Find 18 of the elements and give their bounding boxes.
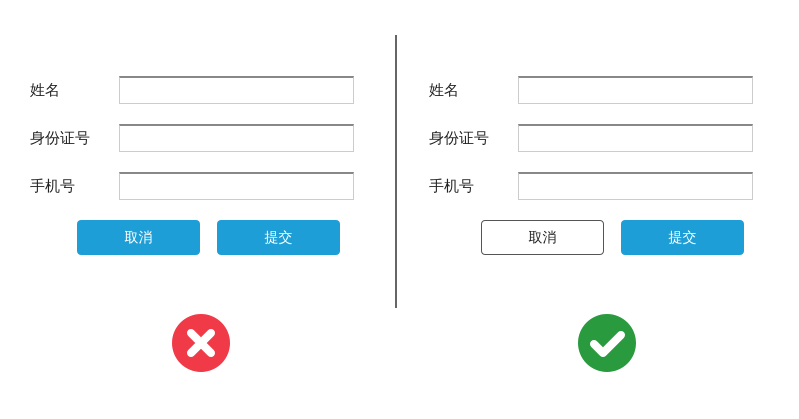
- input-field[interactable]: [119, 76, 354, 104]
- cross-icon: [172, 314, 230, 372]
- field-label: 身份证号: [429, 128, 490, 148]
- cancel-button[interactable]: 取消: [481, 220, 604, 255]
- input-field[interactable]: [518, 172, 753, 200]
- field-label: 姓名: [30, 80, 61, 100]
- input-field[interactable]: [119, 172, 354, 200]
- checkmark-icon: [578, 314, 636, 372]
- field-label: 身份证号: [30, 128, 91, 148]
- submit-button[interactable]: 提交: [621, 220, 744, 255]
- field-label: 手机号: [429, 176, 475, 196]
- submit-button[interactable]: 取消: [77, 220, 200, 255]
- input-field[interactable]: [518, 124, 753, 152]
- field-label: 姓名: [429, 80, 460, 100]
- submit-button[interactable]: 提交: [217, 220, 340, 255]
- field-label: 手机号: [30, 176, 76, 196]
- input-field[interactable]: [119, 124, 354, 152]
- input-field[interactable]: [518, 76, 753, 104]
